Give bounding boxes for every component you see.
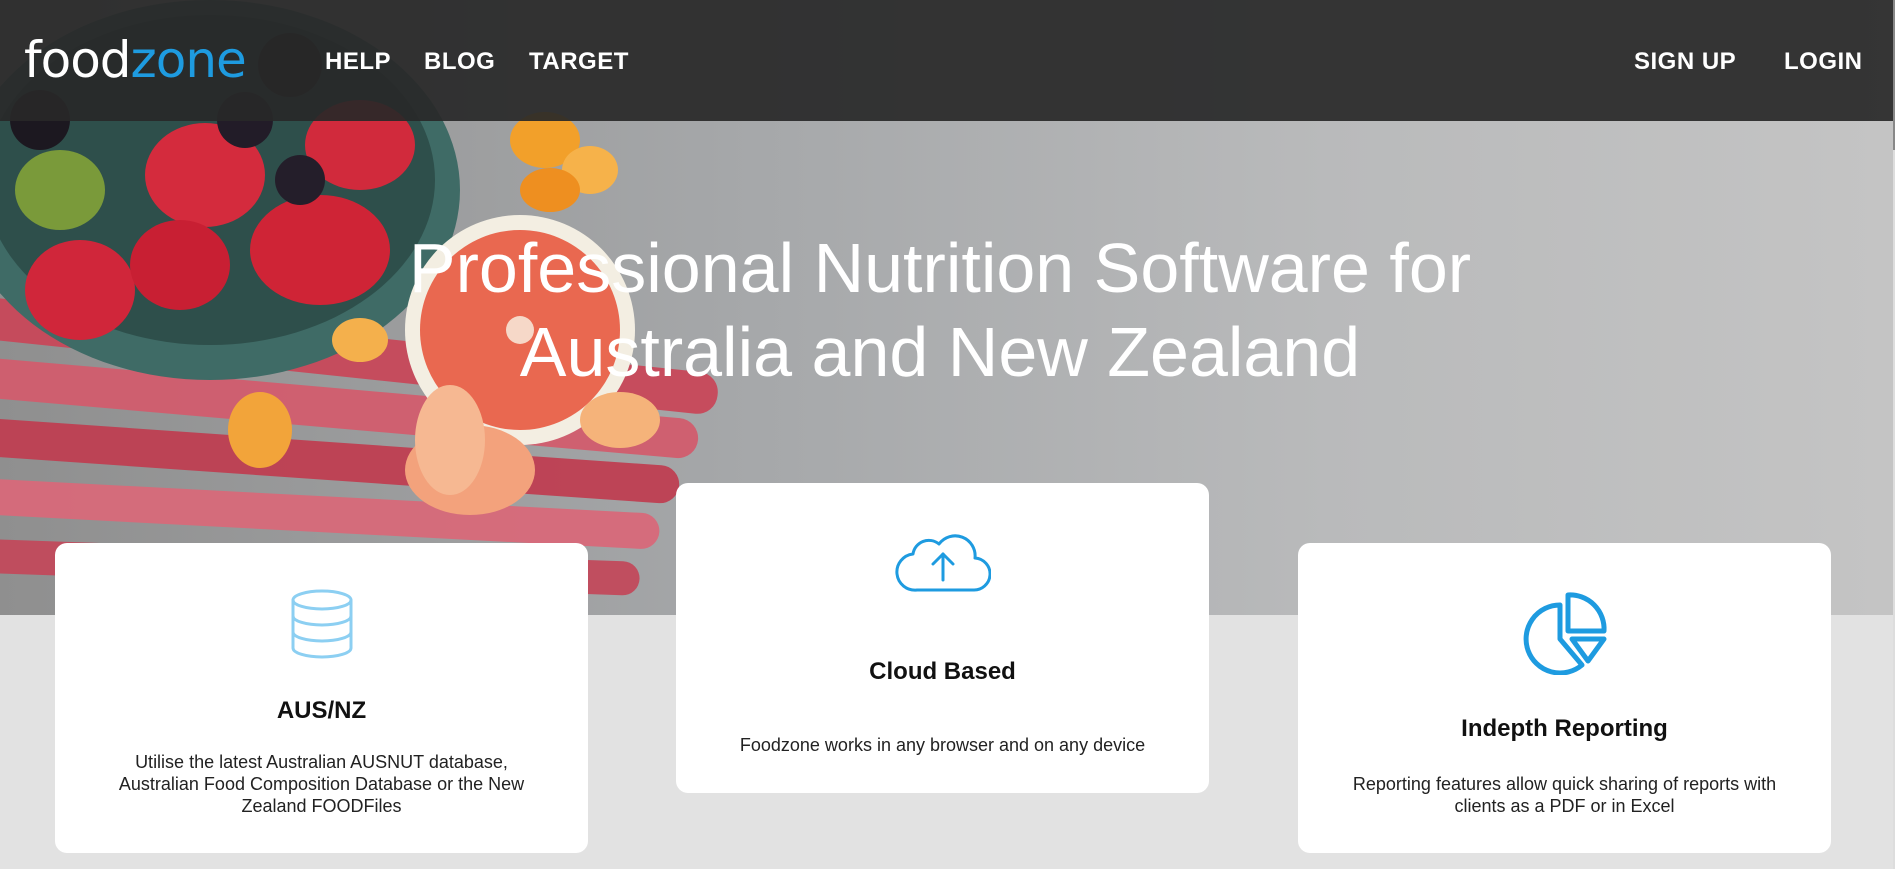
cloud-upload-icon — [894, 534, 991, 592]
nav-signup-link[interactable]: SIGN UP — [1634, 48, 1736, 76]
nav-login-link[interactable]: LOGIN — [1784, 48, 1863, 76]
nav-help-link[interactable]: HELP — [325, 48, 391, 76]
feature-title: Cloud Based — [869, 658, 1016, 685]
hero-title-line1: Professional Nutrition Software for — [408, 229, 1472, 307]
database-icon — [291, 589, 352, 659]
pie-chart-icon — [1523, 592, 1607, 675]
hero-title: Professional Nutrition Software for Aust… — [330, 226, 1550, 394]
feature-card-cloud: Cloud Based Foodzone works in any browse… — [676, 483, 1209, 793]
feature-card-ausnz: AUS/NZ Utilise the latest Australian AUS… — [55, 543, 588, 853]
foodzone-logo[interactable]: foodzone — [24, 28, 247, 92]
feature-description: Utilise the latest Australian AUSNUT dat… — [118, 752, 525, 816]
feature-card-reporting: Indepth Reporting Reporting features all… — [1298, 543, 1831, 853]
feature-title: AUS/NZ — [276, 697, 367, 724]
top-navbar: foodzone HELP BLOG TARGET SIGN UP LOGIN — [0, 0, 1893, 121]
hero-title-line2: Australia and New Zealand — [519, 313, 1361, 391]
nav-blog-link[interactable]: BLOG — [424, 48, 495, 76]
feature-description: Foodzone works in any browser and on any… — [739, 735, 1146, 755]
feature-title: Indepth Reporting — [1461, 715, 1668, 742]
nav-target-link[interactable]: TARGET — [529, 48, 629, 76]
feature-description: Reporting features allow quick sharing o… — [1352, 774, 1777, 816]
